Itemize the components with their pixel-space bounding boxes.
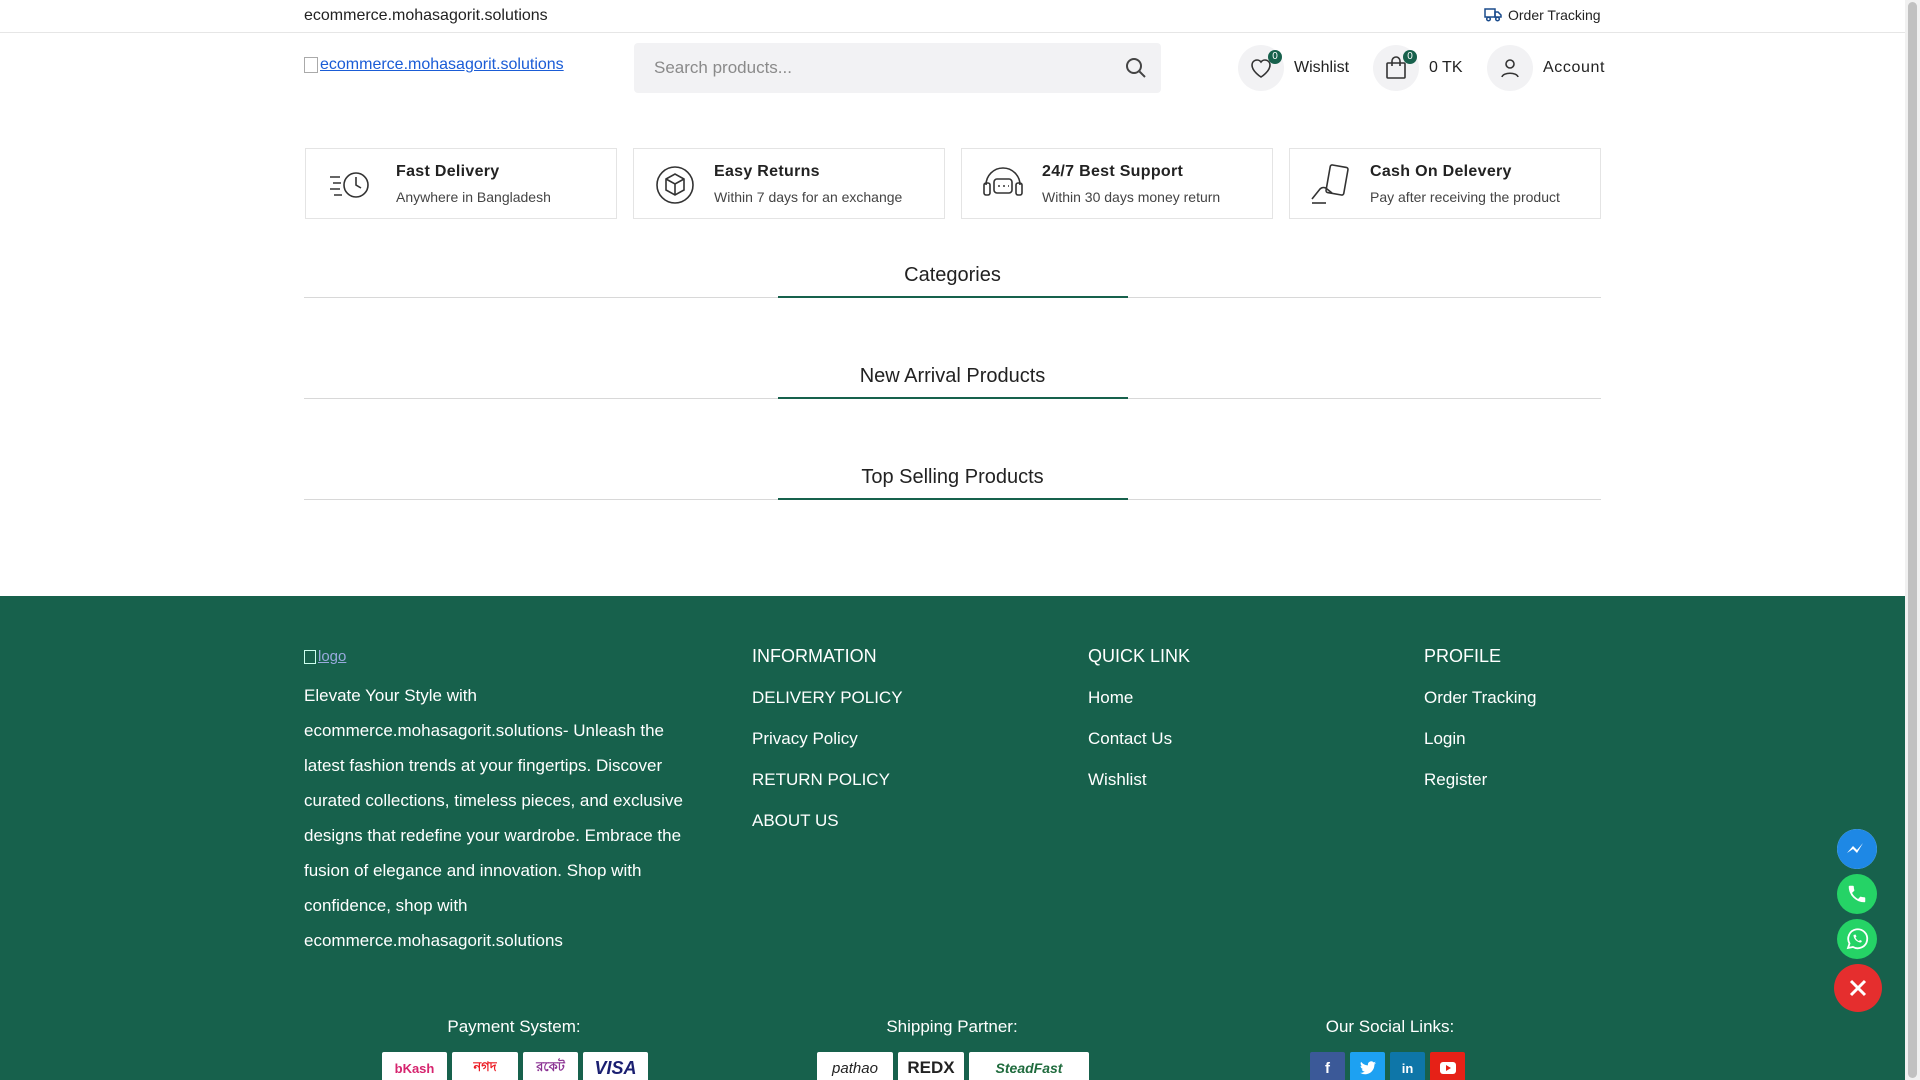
footer-logo[interactable]: logo xyxy=(304,648,346,665)
truck-icon xyxy=(1484,8,1502,22)
site-logo[interactable]: ecommerce.mohasagorit.solutions xyxy=(304,56,564,74)
section-title: Categories xyxy=(904,264,1001,286)
close-contact-button[interactable] xyxy=(1834,964,1882,1012)
footer-logo-alt: logo xyxy=(318,648,347,665)
order-tracking-link[interactable]: Order Tracking xyxy=(1484,7,1601,23)
cart-total: 0 TK xyxy=(1429,59,1463,76)
redx-logo: REDX xyxy=(898,1052,964,1080)
feature-cash-on-delivery: Cash On Delevery Pay after receiving the… xyxy=(1289,148,1601,219)
search-input[interactable] xyxy=(654,43,1094,93)
fast-delivery-icon xyxy=(330,172,369,198)
facebook-icon[interactable]: f xyxy=(1310,1052,1345,1080)
wishlist-count-badge: 0 xyxy=(1268,50,1282,64)
wishlist-button[interactable]: 0 Wishlist xyxy=(1238,45,1349,91)
payment-label: Payment System: xyxy=(447,1017,581,1036)
order-tracking-label: Order Tracking xyxy=(1508,7,1601,23)
youtube-icon[interactable] xyxy=(1430,1052,1465,1080)
rocket-logo: রকেট xyxy=(523,1052,578,1080)
visa-logo: VISA xyxy=(583,1052,648,1080)
scrollbar[interactable] xyxy=(1905,0,1920,1080)
cart-button[interactable]: 0 0 TK xyxy=(1373,45,1463,91)
whatsapp-icon xyxy=(1846,928,1869,950)
account-button[interactable]: Account xyxy=(1487,45,1605,91)
support-headset-icon xyxy=(983,167,1023,196)
search-bar xyxy=(634,43,1161,93)
footer-link-privacy-policy[interactable]: Privacy Policy xyxy=(752,718,903,759)
footer-information: INFORMATION DELIVERY POLICY Privacy Poli… xyxy=(752,646,903,841)
return-box-icon xyxy=(656,166,694,204)
feature-support: 24/7 Best Support Within 30 days money r… xyxy=(961,148,1273,219)
section-categories: Categories xyxy=(304,258,1601,298)
linkedin-icon[interactable]: in xyxy=(1390,1052,1425,1080)
twitter-icon[interactable] xyxy=(1350,1052,1385,1080)
footer-column-title: QUICK LINK xyxy=(1088,646,1191,666)
account-label: Account xyxy=(1543,59,1606,76)
footer-link-home[interactable]: Home xyxy=(1088,677,1190,718)
social-label: Our Social Links: xyxy=(1325,1017,1455,1036)
section-underline xyxy=(778,498,1128,500)
cart-icon-wrap: 0 xyxy=(1373,45,1419,91)
wishlist-icon-wrap: 0 xyxy=(1238,45,1284,91)
feature-subtitle: Pay after receiving the product xyxy=(1370,189,1560,205)
user-icon xyxy=(1501,59,1519,78)
site-name: ecommerce.mohasagorit.solutions xyxy=(304,7,548,24)
footer-link-return-policy[interactable]: RETURN POLICY xyxy=(752,759,903,800)
footer-profile: PROFILE Order Tracking Login Register xyxy=(1424,646,1536,800)
section-new-arrival: New Arrival Products xyxy=(304,359,1601,399)
feature-title: Easy Returns xyxy=(714,163,820,180)
pathao-logo: pathao xyxy=(817,1052,893,1080)
section-title: New Arrival Products xyxy=(859,365,1046,387)
feature-title: 24/7 Best Support xyxy=(1042,163,1184,180)
site-logo-alt: ecommerce.mohasagorit.solutions xyxy=(320,56,564,73)
top-bar: ecommerce.mohasagorit.solutions Order Tr… xyxy=(0,0,1905,33)
feature-subtitle: Within 30 days money return xyxy=(1042,189,1221,205)
nagad-logo: নগদ xyxy=(452,1052,518,1080)
shipping-partners: pathao REDX SteadFast xyxy=(817,1052,1089,1080)
footer-about-text: Elevate Your Style with ecommerce.mohasa… xyxy=(304,686,683,950)
whatsapp-button[interactable] xyxy=(1837,919,1877,959)
shipping-label: Shipping Partner: xyxy=(886,1017,1018,1036)
messenger-button[interactable] xyxy=(1837,829,1877,869)
feature-easy-returns: Easy Returns Within 7 days for an exchan… xyxy=(633,148,945,219)
footer-link-order-tracking[interactable]: Order Tracking xyxy=(1424,677,1536,718)
footer-link-delivery-policy[interactable]: DELIVERY POLICY xyxy=(752,677,903,718)
section-underline xyxy=(778,397,1128,399)
broken-image-icon xyxy=(304,649,316,664)
wishlist-label: Wishlist xyxy=(1294,59,1350,76)
feature-title: Fast Delivery xyxy=(396,163,500,180)
section-underline xyxy=(778,296,1128,298)
footer-column-title: INFORMATION xyxy=(752,646,877,666)
footer-link-login[interactable]: Login xyxy=(1424,718,1536,759)
steadfast-logo: SteadFast xyxy=(969,1052,1089,1080)
close-icon xyxy=(1849,979,1867,997)
footer-link-wishlist[interactable]: Wishlist xyxy=(1088,759,1190,800)
cash-hand-icon xyxy=(1311,164,1349,204)
footer-link-about-us[interactable]: ABOUT US xyxy=(752,800,903,841)
social-links: f in xyxy=(1310,1052,1465,1080)
feature-subtitle: Within 7 days for an exchange xyxy=(714,189,903,205)
section-title: Top Selling Products xyxy=(861,466,1044,488)
bkash-logo: bKash xyxy=(382,1052,447,1080)
account-icon-wrap xyxy=(1487,45,1533,91)
feature-fast-delivery: Fast Delivery Anywhere in Bangladesh xyxy=(305,148,617,219)
search-icon[interactable] xyxy=(1123,55,1149,81)
phone-button[interactable] xyxy=(1837,874,1877,914)
broken-image-icon xyxy=(304,57,318,73)
payment-methods: bKash নগদ রকেট VISA xyxy=(382,1052,648,1080)
scrollbar-thumb[interactable] xyxy=(1908,2,1917,1078)
section-top-selling: Top Selling Products xyxy=(304,460,1601,500)
footer-column-title: PROFILE xyxy=(1424,646,1502,666)
cart-count-badge: 0 xyxy=(1403,50,1417,64)
footer-link-register[interactable]: Register xyxy=(1424,759,1536,800)
footer-quick-link: QUICK LINK Home Contact Us Wishlist xyxy=(1088,646,1190,800)
feature-subtitle: Anywhere in Bangladesh xyxy=(396,189,551,205)
messenger-icon xyxy=(1837,829,1877,869)
footer-link-contact-us[interactable]: Contact Us xyxy=(1088,718,1190,759)
feature-title: Cash On Delevery xyxy=(1370,163,1512,180)
phone-icon xyxy=(1848,885,1866,903)
footer: logo Elevate Your Style with ecommerce.m… xyxy=(0,596,1905,1080)
